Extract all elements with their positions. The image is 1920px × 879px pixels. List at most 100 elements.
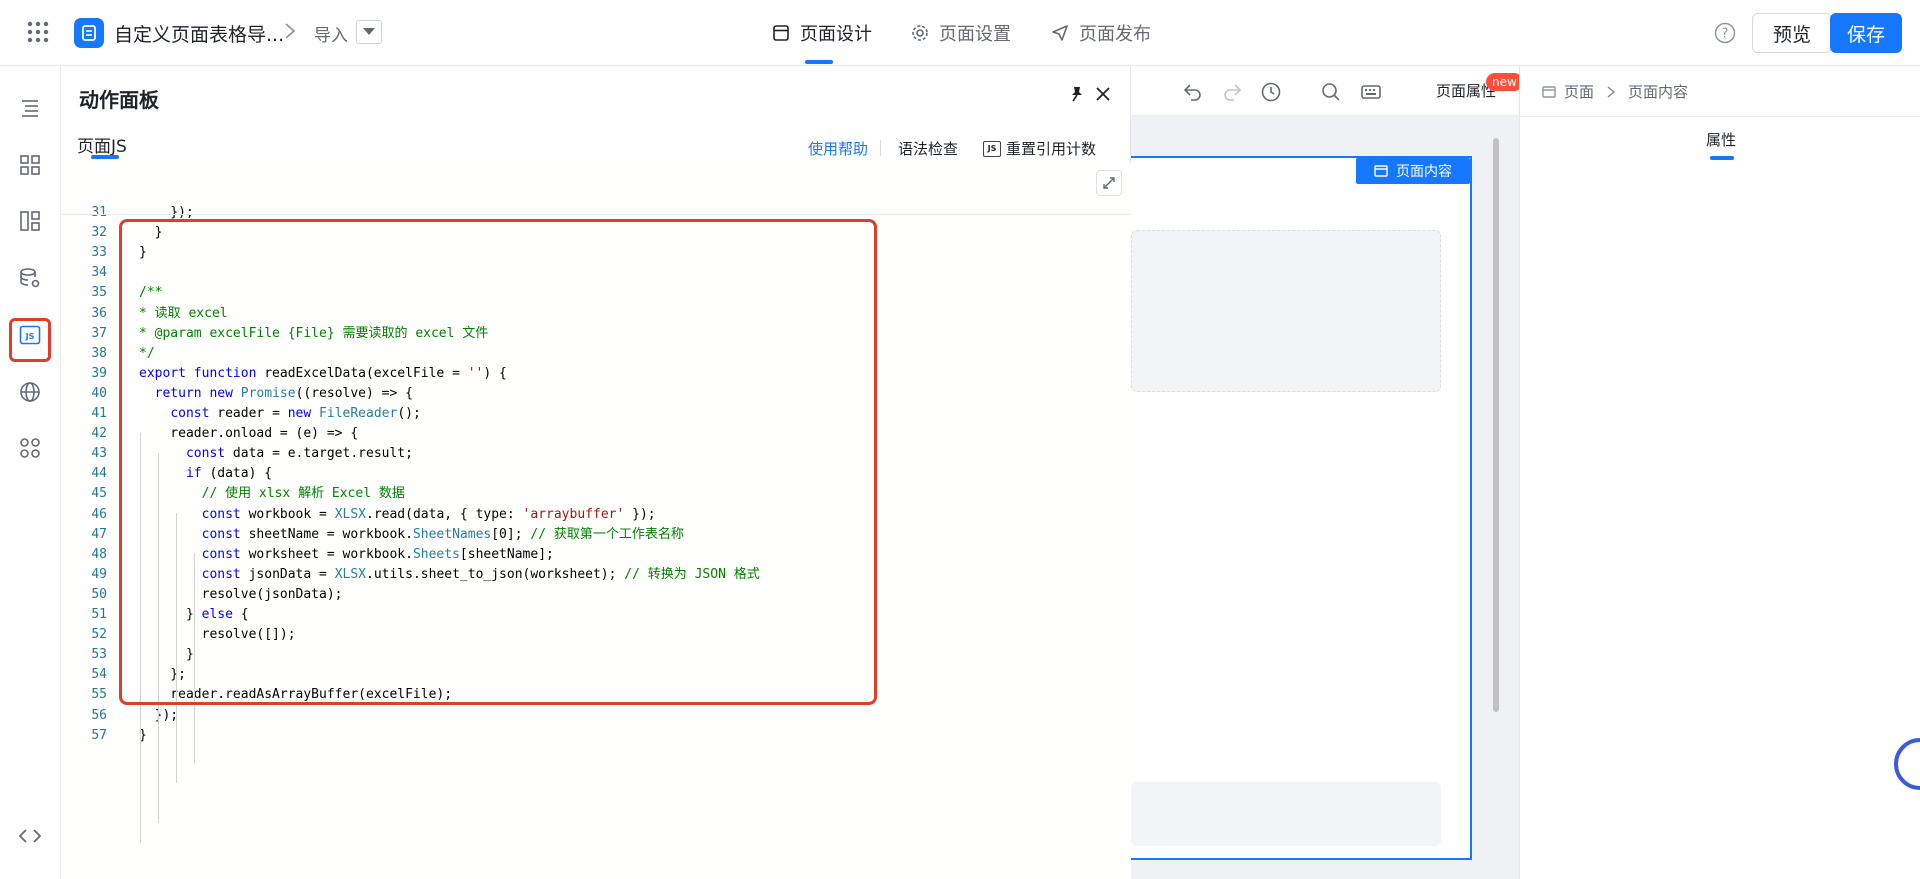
code-text: const reader = new FileReader(); [170, 406, 421, 421]
keyboard-icon[interactable] [1360, 81, 1382, 103]
sidebar-item-outline[interactable] [15, 93, 45, 123]
page-content-tag[interactable]: 页面内容 [1356, 158, 1470, 184]
code-line[interactable]: 38 */ [61, 344, 1131, 364]
redo-icon[interactable] [1222, 81, 1244, 103]
code-line[interactable]: 55 reader.readAsArrayBuffer(excelFile); [61, 685, 1131, 705]
code-text: reader.onload = (e) => { [139, 426, 359, 442]
svg-text:?: ? [1722, 27, 1729, 42]
code-text: } [139, 225, 163, 241]
canvas-block[interactable] [1131, 230, 1441, 392]
app-title[interactable]: 自定义页面表格导... [114, 20, 284, 47]
active-tab-indicator [805, 60, 833, 64]
code-line[interactable]: 43 const data = e.target.result; [61, 444, 1131, 464]
code-line[interactable]: 35 /** [61, 283, 1131, 303]
code-text: const data = e.target.result; [185, 446, 413, 462]
code-line[interactable]: 40 return new Promise((resolve) => { [61, 384, 1131, 404]
line-number: 48 [91, 546, 107, 562]
indent-guide [158, 453, 159, 823]
reset-ref-count-button[interactable]: JS 重置引用计数 [983, 138, 1096, 159]
tab-label: 页面设计 [800, 24, 872, 45]
canvas-scrollbar[interactable] [1493, 138, 1499, 712]
sidebar-item-plugins[interactable] [15, 433, 45, 463]
code-line[interactable]: 32 } [61, 223, 1131, 243]
sidebar-item-layout[interactable] [15, 206, 45, 236]
tab-label: 页面发布 [1079, 24, 1151, 45]
code-line[interactable]: 31 }); [61, 203, 1131, 223]
line-number: 42 [91, 426, 107, 442]
code-line[interactable]: 56 }); [61, 706, 1131, 726]
pin-icon[interactable] [1067, 84, 1087, 104]
line-number: 43 [91, 446, 107, 462]
line-number: 56 [91, 707, 107, 723]
line-number: 45 [91, 486, 107, 502]
save-button[interactable]: 保存 [1830, 13, 1902, 53]
canvas-block[interactable] [1131, 782, 1441, 846]
close-icon[interactable] [1093, 84, 1113, 104]
code-text: * @param excelFile {File} 需要读取的 excel 文件 [139, 325, 489, 341]
top-bar: 自定义页面表格导... 导入 页面设计 页面设置 页面发布 ? 预览 保存 [0, 0, 1920, 66]
line-number: 41 [91, 406, 107, 421]
code-line[interactable]: 53 } [61, 645, 1131, 665]
page-icon [1542, 85, 1556, 98]
code-line[interactable]: 54 }; [61, 665, 1131, 685]
expand-editor-button[interactable] [1096, 170, 1122, 196]
code-text: } [139, 245, 147, 261]
code-line[interactable]: 46 const workbook = XLSX.read(data, { ty… [61, 505, 1131, 525]
tab-page-js[interactable]: 页面JS [77, 132, 127, 157]
code-line[interactable]: 49 const jsonData = XLSX.utils.sheet_to_… [61, 565, 1131, 585]
tab-label: 页面设置 [939, 24, 1011, 45]
code-line[interactable]: 37 * @param excelFile {File} 需要读取的 excel … [61, 324, 1131, 344]
tab-properties[interactable]: 属性 [1706, 129, 1736, 150]
code-line[interactable]: 57} [61, 726, 1131, 746]
line-number: 38 [91, 345, 107, 361]
expand-icon [1103, 177, 1115, 189]
reset-ref-count-label: 重置引用计数 [1006, 140, 1097, 158]
tab-page-settings[interactable]: 页面设置 [911, 20, 1011, 46]
code-text: reader.readAsArrayBuffer(excelFile); [139, 687, 453, 703]
code-line[interactable]: 52 resolve([]); [61, 625, 1131, 645]
preview-button[interactable]: 预览 [1752, 13, 1832, 53]
code-text: /** [139, 285, 163, 301]
sidebar-item-source-code[interactable] [15, 821, 45, 851]
code-text: const workbook = XLSX.read(data, { type:… [201, 506, 656, 522]
tab-page-design[interactable]: 页面设计 [772, 20, 872, 46]
import-label[interactable]: 导入 [314, 21, 348, 46]
code-line[interactable]: 36 * 读取 excel [61, 304, 1131, 324]
code-line[interactable]: 48 const worksheet = workbook.Sheets[she… [61, 545, 1131, 565]
code-line[interactable]: 34 [61, 263, 1131, 283]
sidebar-item-i18n[interactable] [15, 377, 45, 407]
line-number: 49 [91, 566, 107, 582]
code-line[interactable]: 44 if (data) { [61, 464, 1131, 484]
line-number: 55 [91, 687, 107, 703]
sidebar-item-components[interactable] [15, 150, 45, 180]
breadcrumb-root[interactable]: 页面 [1564, 81, 1594, 102]
code-line[interactable]: 33} [61, 243, 1131, 263]
code-line[interactable]: 39 export function readExcelData(excelFil… [61, 364, 1131, 384]
line-number: 39 [91, 365, 107, 381]
syntax-check-button[interactable]: 语法检查 [898, 138, 958, 159]
code-editor[interactable]: 31 }); 32 } 33} 34 35/** 36 * 读取 excel 37 * @par… [61, 163, 1131, 879]
code-line[interactable]: 42 reader.onload = (e) => { [61, 424, 1131, 444]
code-brackets-icon [18, 829, 42, 843]
code-line[interactable]: 51 } else { [61, 605, 1131, 625]
line-number: 57 [91, 727, 107, 743]
import-dropdown[interactable] [356, 20, 382, 44]
components-grid-icon [20, 155, 40, 175]
code-text: const sheetName = workbook.SheetNames[0]… [201, 526, 684, 542]
new-badge: new [1486, 73, 1523, 91]
code-line[interactable]: 41 const reader = new FileReader(); [61, 404, 1131, 424]
tab-page-publish[interactable]: 页面发布 [1051, 20, 1151, 46]
toolbar-divider [880, 140, 881, 156]
sidebar-item-datasource[interactable] [15, 263, 45, 293]
code-line[interactable]: 47 const sheetName = workbook.SheetNames… [61, 525, 1131, 545]
history-clock-icon[interactable] [1260, 81, 1282, 103]
usage-help-link[interactable]: 使用帮助 [808, 138, 868, 159]
undo-icon[interactable] [1181, 81, 1203, 103]
app-grid-icon[interactable] [26, 20, 50, 44]
code-text: }; [139, 667, 186, 683]
code-line[interactable]: 45 // 使用 xlsx 解析 Excel 数据 [61, 484, 1131, 504]
code-line[interactable]: 50 resolve(jsonData); [61, 585, 1131, 605]
help-icon[interactable]: ? [1714, 22, 1736, 44]
database-gear-icon [20, 268, 40, 288]
search-icon[interactable] [1320, 81, 1342, 103]
